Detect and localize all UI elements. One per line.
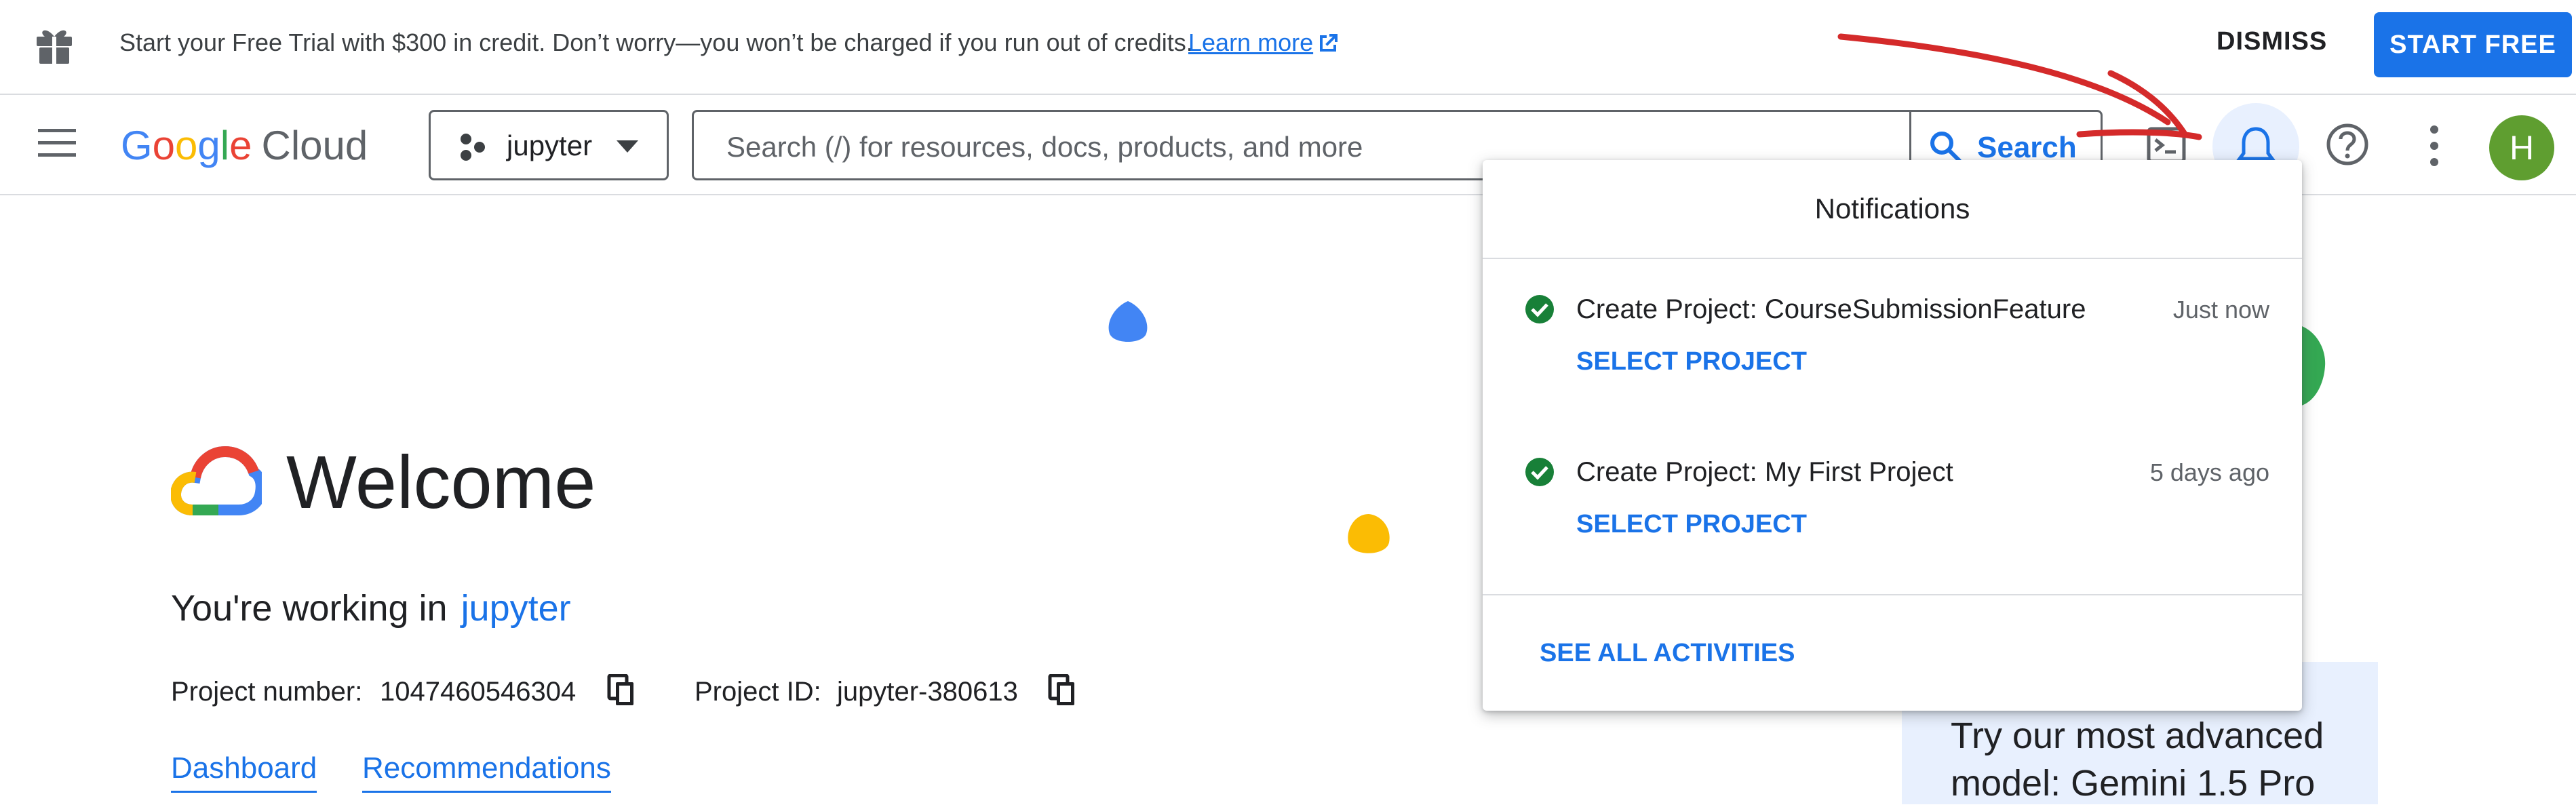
project-icon <box>461 134 485 161</box>
project-number-label: Project number: <box>171 677 363 707</box>
copy-icon[interactable] <box>606 674 636 708</box>
logo-letter: e <box>229 123 252 168</box>
google-cloud-logo[interactable]: Google Cloud <box>121 122 368 169</box>
notification-item: Create Project: My First Project 5 days … <box>1483 420 2302 583</box>
decorative-blob-blue <box>1108 301 1148 342</box>
gift-icon <box>37 30 72 64</box>
free-trial-banner: Start your Free Trial with $300 in credi… <box>0 0 2576 95</box>
dropdown-icon <box>617 140 638 153</box>
decorative-blob-yellow <box>1348 514 1390 553</box>
project-number-value: 1047460546304 <box>380 677 577 707</box>
logo-letter: g <box>197 123 220 168</box>
project-picker-name: jupyter <box>507 130 593 161</box>
logo-letter: l <box>220 123 230 168</box>
project-id-label: Project ID: <box>695 677 821 707</box>
copy-icon[interactable] <box>1047 674 1077 708</box>
check-circle-icon <box>1525 458 1554 486</box>
notification-time: 5 days ago <box>2149 458 2269 486</box>
working-in-text: You're working in jupyter <box>171 587 571 629</box>
logo-letter: o <box>152 123 176 168</box>
tab-dashboard[interactable]: Dashboard <box>171 751 317 793</box>
logo-letter: G <box>121 123 153 168</box>
start-free-button[interactable]: START FREE <box>2374 12 2572 77</box>
notification-item: Create Project: CourseSubmissionFeature … <box>1483 258 2302 420</box>
working-in-label: You're working in <box>171 588 448 629</box>
external-link-icon[interactable] <box>1317 31 1340 54</box>
help-icon[interactable] <box>2325 122 2370 167</box>
promo-text: Try our most advanced model: Gemini 1.5 … <box>1951 715 2324 804</box>
learn-more-link[interactable]: Learn more <box>1188 28 1313 57</box>
dismiss-button[interactable]: DISMISS <box>2217 27 2327 56</box>
cloud-shell-icon[interactable] <box>2146 125 2187 165</box>
notifications-divider <box>1483 594 2302 595</box>
notification-time: Just now <box>2172 296 2269 323</box>
more-vert-icon[interactable] <box>2424 123 2444 168</box>
select-project-button[interactable]: SELECT PROJECT <box>1576 347 1807 376</box>
project-id-value: jupyter-380613 <box>837 677 1018 707</box>
notification-text: Create Project: CourseSubmissionFeature <box>1576 294 2086 324</box>
notifications-panel: Notifications Create Project: CourseSubm… <box>1483 160 2302 711</box>
banner-message: Start your Free Trial with $300 in credi… <box>119 28 1193 56</box>
select-project-button[interactable]: SELECT PROJECT <box>1576 510 1807 539</box>
search-icon[interactable] <box>1928 130 1962 163</box>
account-avatar[interactable]: H <box>2489 115 2554 180</box>
notifications-title: Notifications <box>1483 160 2302 259</box>
menu-icon[interactable] <box>37 126 77 160</box>
search-input[interactable]: Search (/) for resources, docs, products… <box>726 131 1363 163</box>
logo-letter: o <box>175 123 198 168</box>
google-cloud-logo-icon <box>171 446 262 515</box>
working-project-link[interactable]: jupyter <box>461 588 571 629</box>
check-circle-icon <box>1525 295 1554 323</box>
welcome-heading: Welcome <box>286 441 596 524</box>
project-picker-button[interactable]: jupyter <box>429 110 669 180</box>
logo-cloud-text: Cloud <box>261 123 368 168</box>
see-all-activities-button[interactable]: SEE ALL ACTIVITIES <box>1540 639 1795 668</box>
notification-text: Create Project: My First Project <box>1576 457 1953 487</box>
tab-recommendations[interactable]: Recommendations <box>362 751 611 793</box>
